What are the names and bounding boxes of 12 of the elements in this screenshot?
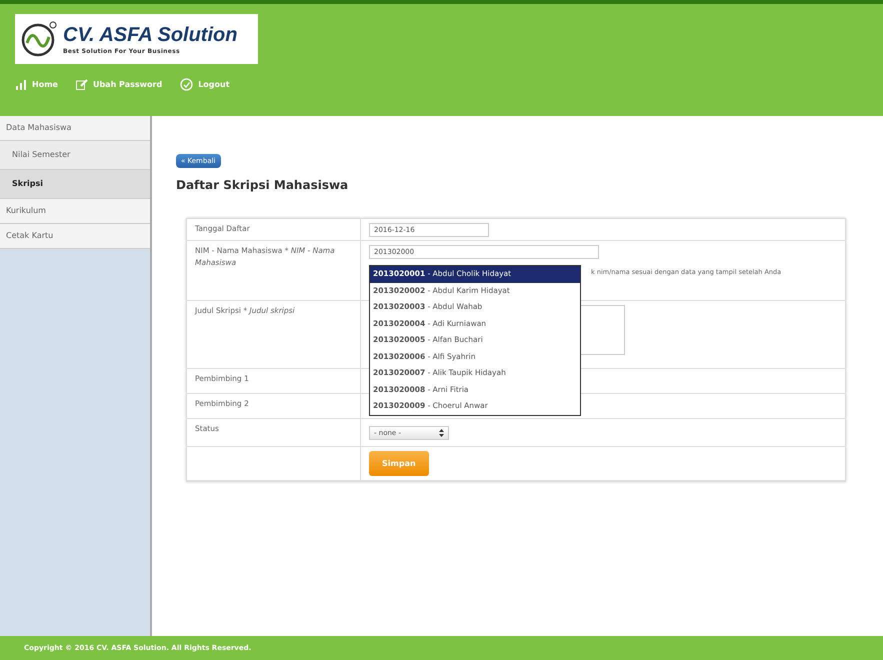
check-circle-icon (180, 78, 194, 91)
updown-arrows-icon (439, 429, 444, 437)
sidebar-item[interactable]: Data Mahasiswa (0, 116, 150, 141)
logo-icon (21, 21, 57, 57)
sidebar-item[interactable]: Kurikulum (0, 199, 150, 224)
sidebar-item[interactable]: Cetak Kartu (0, 224, 150, 249)
logo-title: CV. ASFA Solution (63, 22, 238, 46)
edit-icon (76, 79, 88, 90)
chart-icon (15, 79, 27, 90)
sidebar-subitem[interactable]: Skripsi (0, 170, 150, 199)
sidebar-subitem[interactable]: Nilai Semester (0, 141, 150, 170)
page-title: Daftar Skripsi Mahasiswa (176, 178, 350, 192)
